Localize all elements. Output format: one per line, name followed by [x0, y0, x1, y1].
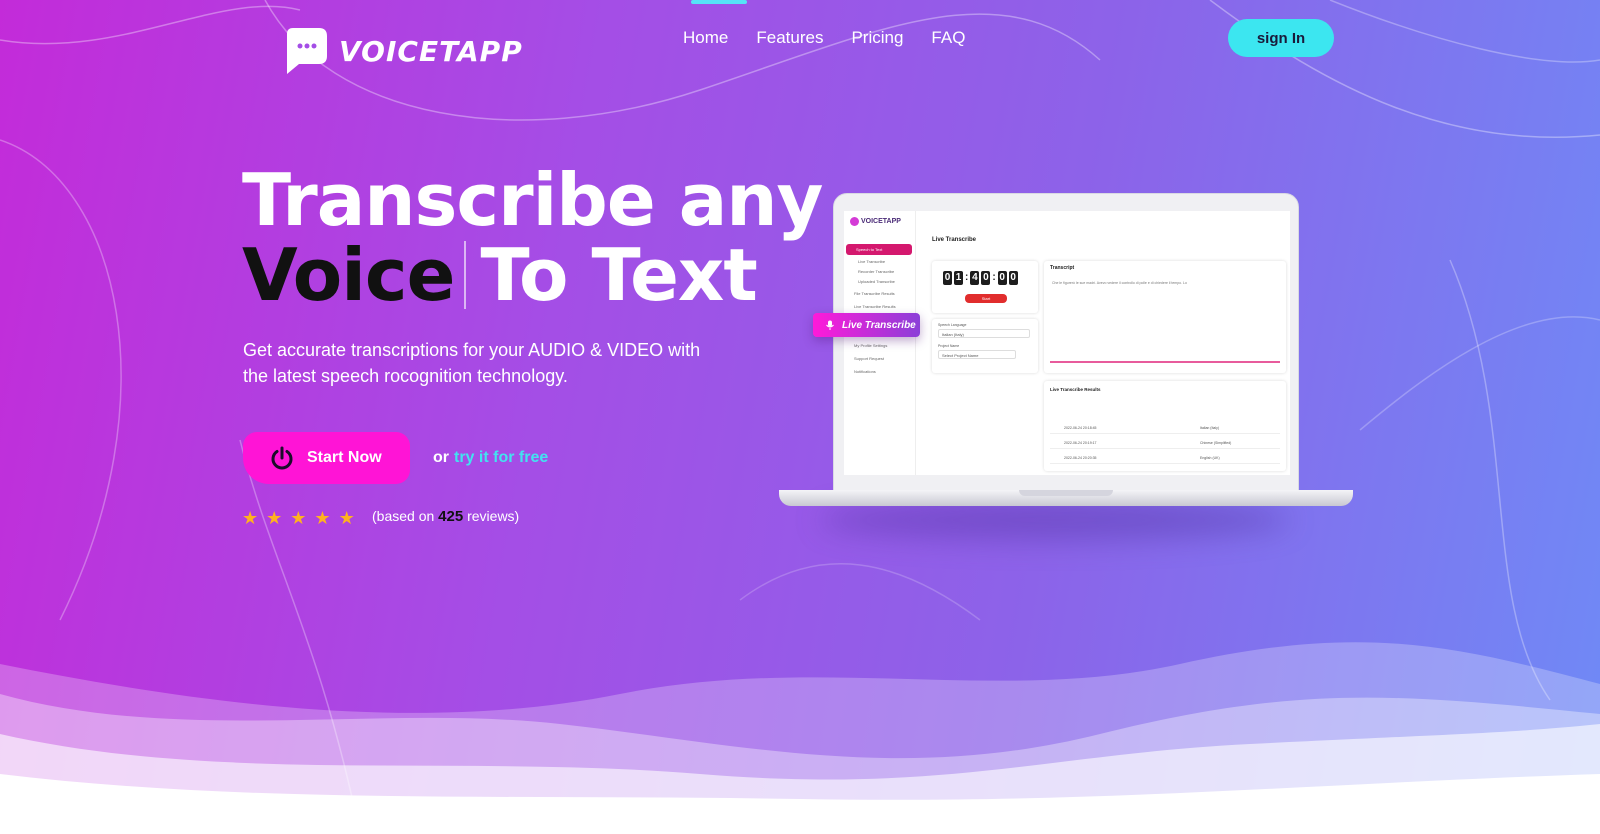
nav-pricing[interactable]: Pricing: [851, 28, 903, 54]
rating-stars: ★ ★ ★ ★ ★: [242, 509, 355, 527]
star-icon: ★: [242, 508, 259, 528]
brand-logo[interactable]: VOICETAPP: [283, 26, 523, 76]
mock-transcript-text: Che le figurerò le sue madri. Avevo vede…: [1052, 281, 1187, 285]
mock-results-card: Live Transcribe Results 2022-06-24 20:18…: [1044, 381, 1286, 471]
mock-sidebar-item: Uploaded Transcribe: [858, 279, 895, 284]
live-transcribe-badge: Live Transcribe: [813, 313, 920, 337]
hero-subtitle: Get accurate transcriptions for your AUD…: [243, 340, 701, 386]
microphone-icon: [826, 320, 834, 330]
laptop-shadow: [820, 500, 1290, 540]
nav-faq[interactable]: FAQ: [931, 28, 965, 54]
mock-language-label: Speech Language: [938, 323, 967, 327]
mock-sidebar-item: Live Transcribe Results: [854, 304, 896, 309]
nav-features[interactable]: Features: [756, 28, 823, 54]
headline-rest: To Text: [480, 233, 757, 317]
sign-in-button[interactable]: sign In: [1228, 19, 1334, 57]
logo-icon: [287, 28, 327, 74]
hero-section: VOICETAPP Home Features Pricing FAQ sign…: [0, 0, 1600, 834]
mock-results-row: 2022-06-24 20:18:45 Italian (Italy): [1050, 423, 1280, 434]
mock-transcript-title: Transcript: [1050, 265, 1075, 271]
nav-home[interactable]: Home: [683, 0, 748, 54]
mock-page-title: Live Transcribe: [932, 237, 977, 243]
review-count: (based on 425 reviews): [372, 508, 519, 525]
mock-language-select: Italian (Italy): [938, 329, 1030, 338]
typing-cursor: [464, 241, 467, 309]
headline-highlight-word: Voice: [242, 233, 455, 317]
mock-timer-card: 0 1 : 4 0 : 0 0 Start: [932, 261, 1038, 313]
start-now-label: Start Now: [307, 449, 382, 466]
power-icon: [271, 446, 293, 470]
mock-timer: 0 1 : 4 0 : 0 0: [943, 271, 1018, 285]
review-number: 425: [438, 508, 464, 525]
or-text: or: [433, 449, 449, 466]
mock-results-row: 2022-06-24 20:19:17 Chinese (Simplified): [1050, 438, 1280, 449]
start-now-button[interactable]: Start Now: [243, 432, 410, 484]
mock-sidebar-active: Speech to Text: [846, 244, 912, 255]
mock-results-title: Live Transcribe Results: [1050, 387, 1101, 392]
laptop-notch: [1019, 490, 1113, 496]
mock-results-row: 2022-06-24 20:20:35 English (UK): [1050, 453, 1280, 464]
try-free-link[interactable]: try it for free: [454, 449, 548, 467]
review-suffix: reviews): [467, 508, 520, 524]
mock-language-card: Speech Language Italian (Italy) Project …: [932, 319, 1038, 373]
app-screenshot: VOICETAPP Speech to Text Live Transcribe…: [844, 211, 1290, 475]
mock-sidebar-item: My Profile Settings: [854, 343, 888, 348]
wave-footer: [0, 642, 1600, 834]
star-icon: ★: [266, 508, 283, 528]
review-prefix: (based on: [372, 508, 435, 524]
mock-sidebar-item: File Transcribe Results: [854, 291, 895, 296]
mock-sidebar: VOICETAPP Speech to Text Live Transcribe…: [844, 211, 916, 475]
star-icon: ★: [314, 508, 331, 528]
headline-line-1: Transcribe any: [242, 158, 823, 242]
star-icon: ★: [338, 508, 355, 528]
mock-start-button: Start: [965, 294, 1007, 303]
mock-sidebar-item: Recorder Transcribe: [858, 269, 895, 274]
headline-line-2: Voice To Text: [242, 233, 758, 317]
mock-sidebar-item: Support Request: [854, 356, 885, 361]
mock-project-select: Select Project Name: [938, 350, 1016, 359]
mock-sidebar-item: Notifications: [854, 369, 876, 374]
mock-project-label: Project Name: [938, 344, 960, 348]
brand-name: VOICETAPP: [339, 34, 523, 68]
mock-transcript-card: Transcript Che le figurerò le sue madri.…: [1044, 261, 1286, 373]
live-transcribe-label: Live Transcribe: [842, 319, 916, 331]
main-nav: Home Features Pricing FAQ: [683, 0, 965, 54]
mock-sidebar-item: Live Transcribe: [858, 259, 886, 264]
star-icon: ★: [290, 508, 307, 528]
mock-logo: VOICETAPP: [850, 217, 901, 226]
laptop-screen-frame: VOICETAPP Speech to Text Live Transcribe…: [833, 193, 1299, 493]
